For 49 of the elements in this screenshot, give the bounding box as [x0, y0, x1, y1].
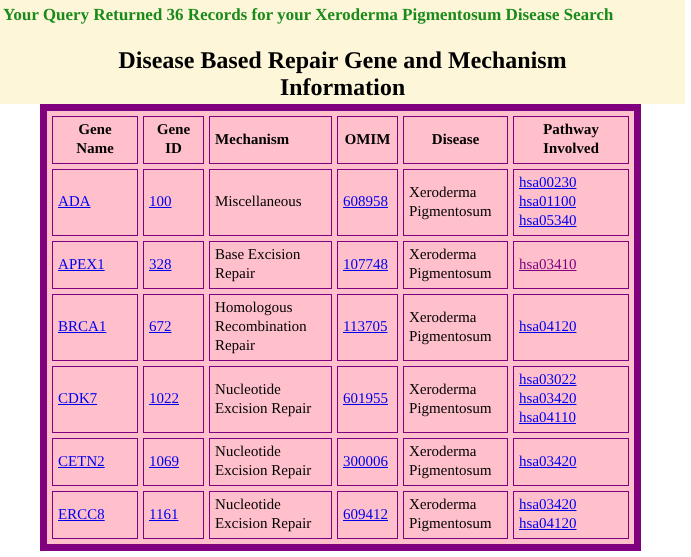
gene-name-link[interactable]: ADA [58, 193, 90, 212]
pathway-link[interactable]: hsa00230 [519, 174, 576, 193]
gene-id-link[interactable]: 1069 [149, 452, 179, 472]
mechanism-cell: Nucleotide Excision Repair [209, 438, 332, 486]
mechanism-cell: Nucleotide Excision Repair [209, 491, 332, 539]
pathway-link[interactable]: hsa05340 [519, 212, 576, 231]
column-header: Pathway Involved [513, 116, 629, 164]
gene-id-link[interactable]: 1161 [149, 506, 178, 524]
column-header: Gene ID [143, 116, 204, 164]
gene-name-link[interactable]: ERCC8 [58, 506, 105, 524]
disease-cell: Xeroderma Pigmentosum [403, 169, 508, 236]
omim-link[interactable]: 608958 [343, 193, 388, 212]
gene-name-link[interactable]: CETN2 [58, 452, 105, 472]
gene-id-link[interactable]: 1022 [149, 390, 179, 409]
column-header: Disease [403, 116, 508, 164]
pathway-link[interactable]: hsa03410 [519, 256, 576, 274]
disease-cell: Xeroderma Pigmentosum [403, 294, 508, 361]
column-header: Mechanism [209, 116, 332, 164]
omim-link[interactable]: 609412 [343, 506, 388, 524]
pathway-link[interactable]: hsa04110 [519, 409, 576, 428]
omim-link[interactable]: 601955 [343, 390, 388, 409]
mechanism-cell: Homologous Recombination Repair [209, 294, 332, 361]
gene-id-link[interactable]: 100 [149, 193, 172, 212]
pathway-link[interactable]: hsa03420 [519, 496, 576, 515]
omim-link[interactable]: 300006 [343, 452, 388, 472]
gene-name-link[interactable]: CDK7 [58, 390, 98, 409]
pathway-link[interactable]: hsa04120 [519, 318, 576, 337]
column-header: Gene Name [52, 116, 138, 164]
pathway-link[interactable]: hsa03420 [519, 452, 576, 472]
disease-cell: Xeroderma Pigmentosum [403, 366, 508, 433]
gene-id-link[interactable]: 328 [149, 256, 172, 274]
disease-cell: Xeroderma Pigmentosum [403, 491, 508, 539]
pathway-link[interactable]: hsa03420 [519, 390, 576, 409]
mechanism-cell: Nucleotide Excision Repair [209, 366, 332, 433]
gene-name-link[interactable]: APEX1 [58, 256, 105, 274]
mechanism-cell: Base Excision Repair [209, 241, 332, 289]
disease-cell: Xeroderma Pigmentosum [403, 241, 508, 289]
mechanism-cell: Miscellaneous [209, 169, 332, 236]
disease-cell: Xeroderma Pigmentosum [403, 438, 508, 486]
pathway-link[interactable]: hsa04120 [519, 515, 576, 534]
pathway-link[interactable]: hsa03022 [519, 371, 576, 390]
column-header: OMIM [337, 116, 398, 164]
omim-link[interactable]: 113705 [343, 318, 388, 337]
gene-id-link[interactable]: 672 [149, 318, 172, 337]
query-summary: Your Query Returned 36 Records for your Xeroderma Pigmentosum Disease Search [2, 4, 614, 26]
gene-name-link[interactable]: BRCA1 [58, 318, 106, 337]
page-heading: Disease Based Repair Gene and Mechanism Information [117, 48, 568, 102]
pathway-link[interactable]: hsa01100 [519, 193, 576, 212]
omim-link[interactable]: 107748 [343, 256, 388, 274]
